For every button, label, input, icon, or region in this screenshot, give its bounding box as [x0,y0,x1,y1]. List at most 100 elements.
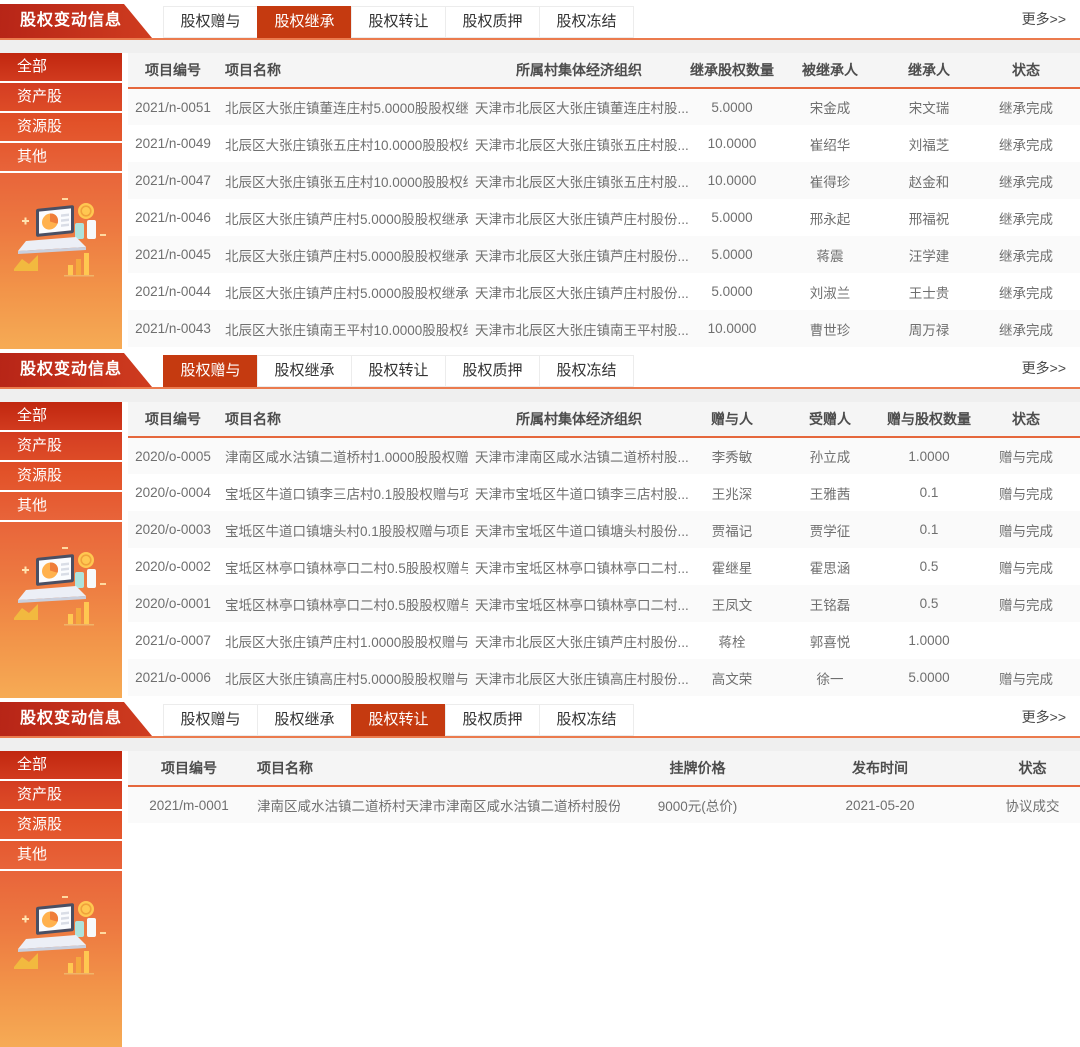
table-row[interactable]: 2020/o-0002宝坻区林亭口镇林亭口二村0.5股股权赠与...天津市宝坻区… [128,548,1080,585]
tab-equity-gift[interactable]: 股权赠与 [163,6,258,38]
sidebar-item-other[interactable]: 其他 [0,841,122,871]
tab-equity-gift[interactable]: 股权赠与 [163,704,258,736]
sidebar-item-asset-shares[interactable]: 资产股 [0,781,122,811]
cell: 蒋栓 [690,622,774,659]
column-header: 继承股权数量 [690,53,774,88]
sidebar-item-resource-shares[interactable]: 资源股 [0,462,122,492]
category-sidebar: 全部资产股资源股其他 [0,402,122,698]
cell: 继承完成 [972,236,1080,273]
table-row[interactable]: 2021/n-0049北辰区大张庄镇张五庄村10.0000股股权继...天津市北… [128,125,1080,162]
cell: 天津市北辰区大张庄镇芦庄村股份... [468,273,690,310]
column-header: 项目名称 [218,53,468,88]
cell: 0.5 [886,548,972,585]
tab-equity-inheritance[interactable]: 股权继承 [257,6,352,38]
cell: 孙立成 [774,437,886,474]
sidebar-item-asset-shares[interactable]: 资产股 [0,432,122,462]
cell: 津南区咸水沽镇二道桥村1.0000股股权赠... [218,437,468,474]
cell: 赠与完成 [972,474,1080,511]
cell: 天津市宝坻区林亭口镇林亭口二村... [468,585,690,622]
cell: 2021/o-0007 [128,622,218,659]
sidebar-item-all[interactable]: 全部 [0,751,122,781]
sidebar-item-all[interactable]: 全部 [0,53,122,83]
column-header: 赠与股权数量 [886,402,972,437]
equity-inheritance-section: 股权变动信息股权赠与股权继承股权转让股权质押股权冻结 更多>> 全部资产股资源股其他… [0,0,1080,349]
cell: 天津市北辰区大张庄镇张五庄村股... [468,125,690,162]
table-row[interactable]: 2021/n-0043北辰区大张庄镇南王平村10.0000股股权继...天津市北… [128,310,1080,347]
cell: 高文荣 [690,659,774,696]
table-row[interactable]: 2020/o-0005津南区咸水沽镇二道桥村1.0000股股权赠...天津市津南… [128,437,1080,474]
tab-equity-pledge[interactable]: 股权质押 [445,6,540,38]
tab-equity-transfer[interactable]: 股权转让 [351,6,446,38]
cell: 宝坻区林亭口镇林亭口二村0.5股股权赠与... [218,548,468,585]
sidebar-item-resource-shares[interactable]: 资源股 [0,811,122,841]
tab-equity-transfer[interactable]: 股权转让 [351,355,446,387]
cell: 北辰区大张庄镇南王平村10.0000股股权继... [218,310,468,347]
cell: 继承完成 [972,125,1080,162]
cell: 天津市北辰区大张庄镇高庄村股份... [468,659,690,696]
cell: 汪学建 [886,236,972,273]
more-link[interactable]: 更多>> [1022,349,1066,387]
cell: 贾福记 [690,511,774,548]
sidebar-item-resource-shares[interactable]: 资源股 [0,113,122,143]
tab-equity-freeze[interactable]: 股权冻结 [539,704,634,736]
tab-equity-transfer[interactable]: 股权转让 [351,704,446,736]
section-title-ribbon: 股权变动信息 [0,4,152,38]
tab-bar: 股权赠与股权继承股权转让股权质押股权冻结 [164,704,634,736]
table-row[interactable]: 2021/n-0044北辰区大张庄镇芦庄村5.0000股股权继承...天津市北辰… [128,273,1080,310]
tab-equity-inheritance[interactable]: 股权继承 [257,355,352,387]
cell: 霍思涵 [774,548,886,585]
table-row[interactable]: 2020/o-0001宝坻区林亭口镇林亭口二村0.5股股权赠与...天津市宝坻区… [128,585,1080,622]
table-row[interactable]: 2021/n-0047北辰区大张庄镇张五庄村10.0000股股权继...天津市北… [128,162,1080,199]
tab-equity-freeze[interactable]: 股权冻结 [539,355,634,387]
column-header: 状态 [972,402,1080,437]
cell: 1.0000 [886,622,972,659]
cell: 5.0000 [886,659,972,696]
records-table: 项目编号项目名称所属村集体经济组织赠与人受赠人赠与股权数量状态2020/o-00… [128,402,1080,696]
cell: 0.5 [886,585,972,622]
section-header-bar: 股权变动信息股权赠与股权继承股权转让股权质押股权冻结更多>> [0,349,1080,389]
column-header: 项目编号 [128,53,218,88]
column-header: 挂牌价格 [620,751,775,786]
cell: 2021/n-0049 [128,125,218,162]
section-spacer [0,389,1080,402]
table-row[interactable]: 2021/n-0045北辰区大张庄镇芦庄村5.0000股股权继承...天津市北辰… [128,236,1080,273]
tab-equity-freeze[interactable]: 股权冻结 [539,6,634,38]
tab-equity-pledge[interactable]: 股权质押 [445,704,540,736]
cell: 北辰区大张庄镇高庄村5.0000股股权赠与... [218,659,468,696]
more-link[interactable]: 更多>> [1022,0,1066,38]
table-header-row: 项目编号项目名称所属村集体经济组织继承股权数量被继承人继承人状态 [128,53,1080,88]
records-table-wrap: 项目编号项目名称所属村集体经济组织赠与人受赠人赠与股权数量状态2020/o-00… [128,402,1080,698]
sidebar-item-other[interactable]: 其他 [0,492,122,522]
table-row[interactable]: 2020/o-0004宝坻区牛道口镇李三店村0.1股股权赠与项目天津市宝坻区牛道… [128,474,1080,511]
table-row[interactable]: 2021/m-0001津南区咸水沽镇二道桥村天津市津南区咸水沽镇二道桥村股份经.… [128,786,1080,823]
records-table: 项目编号项目名称所属村集体经济组织继承股权数量被继承人继承人状态2021/n-0… [128,53,1080,347]
more-link[interactable]: 更多>> [1022,698,1066,736]
table-row[interactable]: 2021/n-0051北辰区大张庄镇董连庄村5.0000股股权继...天津市北辰… [128,88,1080,125]
table-row[interactable]: 2021/n-0046北辰区大张庄镇芦庄村5.0000股股权继承...天津市北辰… [128,199,1080,236]
section-content: 全部资产股资源股其他项目编号项目名称所属村集体经济组织赠与人受赠人赠与股权数量状… [0,402,1080,698]
table-row[interactable]: 2020/o-0003宝坻区牛道口镇塘头村0.1股股权赠与项目天津市宝坻区牛道口… [128,511,1080,548]
cell: 赠与完成 [972,548,1080,585]
column-header: 受赠人 [774,402,886,437]
sidebar-item-asset-shares[interactable]: 资产股 [0,83,122,113]
cell [972,622,1080,659]
sidebar-item-all[interactable]: 全部 [0,402,122,432]
table-row[interactable]: 2021/o-0007北辰区大张庄镇芦庄村1.0000股股权赠与...天津市北辰… [128,622,1080,659]
tab-equity-gift[interactable]: 股权赠与 [163,355,258,387]
tab-equity-pledge[interactable]: 股权质押 [445,355,540,387]
cell: 天津市北辰区大张庄镇张五庄村股... [468,162,690,199]
cell: 天津市津南区咸水沽镇二道桥村股... [468,437,690,474]
table-header-row: 项目编号项目名称所属村集体经济组织赠与人受赠人赠与股权数量状态 [128,402,1080,437]
cell: 2020/o-0004 [128,474,218,511]
table-row[interactable]: 2021/o-0006北辰区大张庄镇高庄村5.0000股股权赠与...天津市北辰… [128,659,1080,696]
category-sidebar: 全部资产股资源股其他 [0,751,122,1047]
column-header: 赠与人 [690,402,774,437]
cell: 崔绍华 [774,125,886,162]
cell: 继承完成 [972,88,1080,125]
tab-equity-inheritance[interactable]: 股权继承 [257,704,352,736]
cell: 王士贵 [886,273,972,310]
sidebar-item-other[interactable]: 其他 [0,143,122,173]
cell: 北辰区大张庄镇芦庄村5.0000股股权继承... [218,273,468,310]
cell: 0.1 [886,474,972,511]
cell: 天津市北辰区大张庄镇芦庄村股份... [468,199,690,236]
